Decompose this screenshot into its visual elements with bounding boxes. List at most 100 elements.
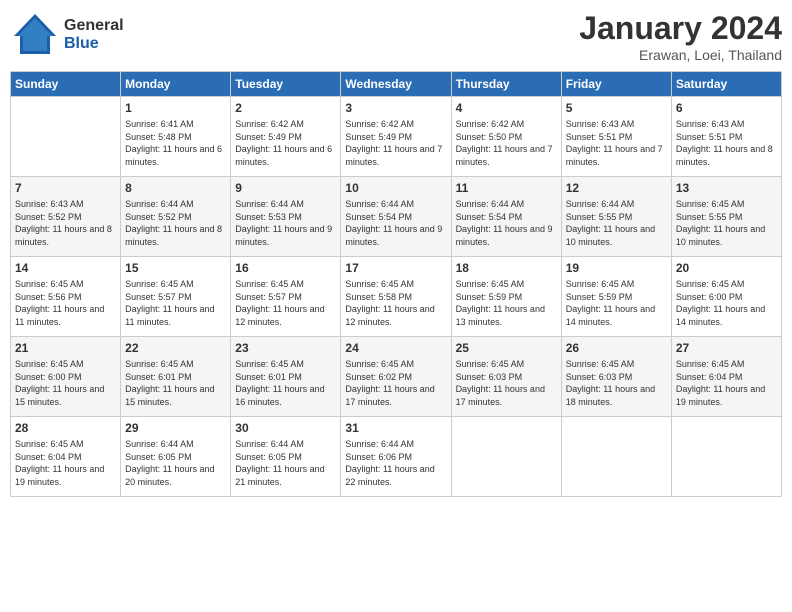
week-row-1: 1 Sunrise: 6:41 AMSunset: 5:48 PMDaylight… <box>11 97 782 177</box>
day-info: Sunrise: 6:45 AMSunset: 5:56 PMDaylight:… <box>15 278 116 328</box>
day-cell: 18Sunrise: 6:45 AMSunset: 5:59 PMDayligh… <box>451 257 561 337</box>
day-info: Sunrise: 6:45 AMSunset: 6:03 PMDaylight:… <box>456 358 557 408</box>
day-cell: 24 Sunrise: 6:45 AMSunset: 6:02 PMDayligh… <box>341 337 451 417</box>
day-info: Sunrise: 6:42 AMSunset: 5:49 PMDaylight:… <box>345 118 446 168</box>
day-cell: 27 Sunrise: 6:45 AMSunset: 6:04 PMDayligh… <box>671 337 781 417</box>
column-header-monday: Monday <box>121 72 231 97</box>
header-row: SundayMondayTuesdayWednesdayThursdayFrid… <box>11 72 782 97</box>
day-cell <box>11 97 121 177</box>
day-number: 9 <box>235 181 336 195</box>
day-number: 3 <box>345 101 446 115</box>
day-info: Sunrise: 6:42 AMSunset: 5:49 PMDaylight:… <box>235 118 336 168</box>
day-info: Sunrise: 6:45 AMSunset: 6:03 PMDaylight:… <box>566 358 667 408</box>
column-header-sunday: Sunday <box>11 72 121 97</box>
logo-icon <box>10 10 60 60</box>
day-info: Sunrise: 6:45 AMSunset: 5:58 PMDaylight:… <box>345 278 446 328</box>
day-cell: 20 Sunrise: 6:45 AMSunset: 6:00 PMDayligh… <box>671 257 781 337</box>
day-number: 22 <box>125 341 226 355</box>
day-cell: 16 Sunrise: 6:45 AMSunset: 5:57 PMDayligh… <box>231 257 341 337</box>
day-info: Sunrise: 6:44 AMSunset: 6:06 PMDaylight:… <box>345 438 446 488</box>
day-cell: 28Sunrise: 6:45 AMSunset: 6:04 PMDayligh… <box>11 417 121 497</box>
day-info: Sunrise: 6:42 AMSunset: 5:50 PMDaylight:… <box>456 118 557 168</box>
day-number: 27 <box>676 341 777 355</box>
day-number: 26 <box>566 341 667 355</box>
day-info: Sunrise: 6:45 AMSunset: 5:57 PMDaylight:… <box>235 278 336 328</box>
day-info: Sunrise: 6:45 AMSunset: 5:59 PMDaylight:… <box>456 278 557 328</box>
day-number: 17 <box>345 261 446 275</box>
month-title: January 2024 <box>579 10 782 47</box>
day-number: 1 <box>125 101 226 115</box>
day-cell <box>451 417 561 497</box>
day-cell: 4 Sunrise: 6:42 AMSunset: 5:50 PMDaylight… <box>451 97 561 177</box>
day-number: 12 <box>566 181 667 195</box>
day-cell: 7Sunrise: 6:43 AMSunset: 5:52 PMDaylight… <box>11 177 121 257</box>
day-cell: 14 Sunrise: 6:45 AMSunset: 5:56 PMDayligh… <box>11 257 121 337</box>
week-row-3: 14 Sunrise: 6:45 AMSunset: 5:56 PMDayligh… <box>11 257 782 337</box>
day-cell: 3 Sunrise: 6:42 AMSunset: 5:49 PMDaylight… <box>341 97 451 177</box>
day-number: 24 <box>345 341 446 355</box>
day-info: Sunrise: 6:43 AMSunset: 5:51 PMDaylight:… <box>566 118 667 168</box>
day-number: 16 <box>235 261 336 275</box>
day-info: Sunrise: 6:44 AMSunset: 5:55 PMDaylight:… <box>566 198 667 248</box>
page-header: General Blue January 2024 Erawan, Loei, … <box>10 10 782 63</box>
week-row-4: 21Sunrise: 6:45 AMSunset: 6:00 PMDayligh… <box>11 337 782 417</box>
day-cell: 21Sunrise: 6:45 AMSunset: 6:00 PMDayligh… <box>11 337 121 417</box>
day-info: Sunrise: 6:44 AMSunset: 5:53 PMDaylight:… <box>235 198 336 248</box>
day-info: Sunrise: 6:45 AMSunset: 6:01 PMDaylight:… <box>235 358 336 408</box>
day-number: 10 <box>345 181 446 195</box>
column-header-thursday: Thursday <box>451 72 561 97</box>
day-info: Sunrise: 6:41 AMSunset: 5:48 PMDaylight:… <box>125 118 226 168</box>
column-header-saturday: Saturday <box>671 72 781 97</box>
day-cell: 22Sunrise: 6:45 AMSunset: 6:01 PMDayligh… <box>121 337 231 417</box>
day-number: 25 <box>456 341 557 355</box>
day-number: 4 <box>456 101 557 115</box>
day-number: 8 <box>125 181 226 195</box>
column-header-tuesday: Tuesday <box>231 72 341 97</box>
day-number: 19 <box>566 261 667 275</box>
logo-blue: Blue <box>64 35 99 52</box>
day-cell: 13 Sunrise: 6:45 AMSunset: 5:55 PMDayligh… <box>671 177 781 257</box>
day-number: 29 <box>125 421 226 435</box>
day-cell <box>561 417 671 497</box>
day-cell: 11Sunrise: 6:44 AMSunset: 5:54 PMDayligh… <box>451 177 561 257</box>
day-number: 13 <box>676 181 777 195</box>
day-info: Sunrise: 6:45 AMSunset: 6:00 PMDaylight:… <box>15 358 116 408</box>
day-number: 5 <box>566 101 667 115</box>
day-number: 2 <box>235 101 336 115</box>
column-header-wednesday: Wednesday <box>341 72 451 97</box>
week-row-2: 7Sunrise: 6:43 AMSunset: 5:52 PMDaylight… <box>11 177 782 257</box>
logo: General Blue <box>10 10 124 60</box>
day-info: Sunrise: 6:45 AMSunset: 6:00 PMDaylight:… <box>676 278 777 328</box>
day-info: Sunrise: 6:45 AMSunset: 6:04 PMDaylight:… <box>15 438 116 488</box>
day-cell: 15 Sunrise: 6:45 AMSunset: 5:57 PMDayligh… <box>121 257 231 337</box>
day-cell: 1 Sunrise: 6:41 AMSunset: 5:48 PMDaylight… <box>121 97 231 177</box>
calendar-table: SundayMondayTuesdayWednesdayThursdayFrid… <box>10 71 782 497</box>
day-number: 23 <box>235 341 336 355</box>
day-cell <box>671 417 781 497</box>
day-number: 15 <box>125 261 226 275</box>
day-info: Sunrise: 6:45 AMSunset: 6:04 PMDaylight:… <box>676 358 777 408</box>
day-info: Sunrise: 6:45 AMSunset: 5:57 PMDaylight:… <box>125 278 226 328</box>
day-info: Sunrise: 6:44 AMSunset: 5:54 PMDaylight:… <box>456 198 557 248</box>
day-cell: 10 Sunrise: 6:44 AMSunset: 5:54 PMDayligh… <box>341 177 451 257</box>
day-cell: 12 Sunrise: 6:44 AMSunset: 5:55 PMDayligh… <box>561 177 671 257</box>
day-number: 20 <box>676 261 777 275</box>
column-header-friday: Friday <box>561 72 671 97</box>
day-cell: 17 Sunrise: 6:45 AMSunset: 5:58 PMDayligh… <box>341 257 451 337</box>
day-info: Sunrise: 6:44 AMSunset: 5:54 PMDaylight:… <box>345 198 446 248</box>
day-info: Sunrise: 6:43 AMSunset: 5:51 PMDaylight:… <box>676 118 777 168</box>
day-info: Sunrise: 6:45 AMSunset: 6:02 PMDaylight:… <box>345 358 446 408</box>
day-number: 14 <box>15 261 116 275</box>
day-cell: 25 Sunrise: 6:45 AMSunset: 6:03 PMDayligh… <box>451 337 561 417</box>
day-number: 31 <box>345 421 446 435</box>
day-info: Sunrise: 6:45 AMSunset: 5:55 PMDaylight:… <box>676 198 777 248</box>
location-title: Erawan, Loei, Thailand <box>579 47 782 63</box>
week-row-5: 28Sunrise: 6:45 AMSunset: 6:04 PMDayligh… <box>11 417 782 497</box>
logo-general: General <box>64 17 124 34</box>
day-cell: 31 Sunrise: 6:44 AMSunset: 6:06 PMDayligh… <box>341 417 451 497</box>
day-cell: 2 Sunrise: 6:42 AMSunset: 5:49 PMDaylight… <box>231 97 341 177</box>
day-cell: 9 Sunrise: 6:44 AMSunset: 5:53 PMDaylight… <box>231 177 341 257</box>
day-cell: 6Sunrise: 6:43 AMSunset: 5:51 PMDaylight… <box>671 97 781 177</box>
day-cell: 8Sunrise: 6:44 AMSunset: 5:52 PMDaylight… <box>121 177 231 257</box>
day-info: Sunrise: 6:45 AMSunset: 5:59 PMDaylight:… <box>566 278 667 328</box>
